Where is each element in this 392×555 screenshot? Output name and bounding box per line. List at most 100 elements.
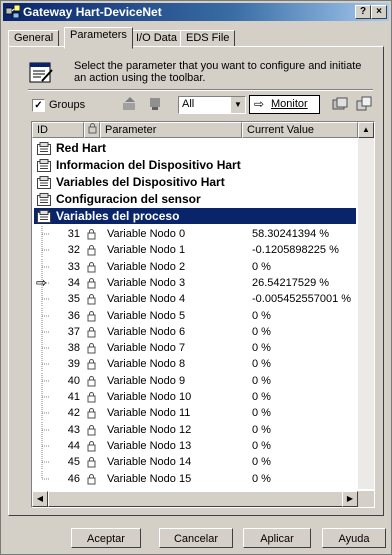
title-bar[interactable]: Gateway Hart-DeviceNet ? ×	[3, 3, 389, 21]
lock-icon	[87, 359, 96, 370]
group-row[interactable]: Informacion del Dispositivo Hart	[34, 157, 356, 173]
group-label: Variables del Dispositivo Hart	[56, 175, 225, 189]
tree-line	[41, 242, 49, 259]
help-button[interactable]: Ayuda	[322, 528, 386, 548]
copy-tool-icon[interactable]	[355, 96, 373, 112]
row-id: 46	[67, 472, 80, 485]
column-header-access[interactable]	[84, 122, 100, 138]
tree-line	[41, 291, 49, 308]
column-header-value[interactable]: Current Value	[242, 122, 358, 138]
accept-button[interactable]: Aceptar	[71, 528, 141, 548]
instructions-text: Select the parameter that you want to co…	[74, 60, 362, 84]
print-tool-icon[interactable]	[331, 96, 349, 112]
help-title-button[interactable]: ?	[355, 5, 371, 19]
tab-parameters[interactable]: Parameters	[64, 27, 133, 49]
row-id: 36	[67, 309, 80, 322]
row-id: 35	[67, 293, 80, 306]
chevron-down-icon[interactable]: ▼	[230, 97, 245, 113]
parameter-row[interactable]: 43 Variable Nodo 12 0 %	[34, 421, 356, 438]
app-icon	[6, 5, 20, 18]
column-header-id[interactable]: ID	[32, 122, 84, 138]
folder-doc-icon	[37, 142, 51, 155]
row-current-value: 0 %	[252, 423, 271, 436]
parameter-row[interactable]: 44 Variable Nodo 13 0 %	[34, 437, 356, 454]
close-title-button[interactable]: ×	[371, 5, 387, 19]
folder-doc-icon	[37, 210, 51, 223]
lock-icon	[87, 440, 96, 452]
parameter-row[interactable]: 46 Variable Nodo 15 0 %	[34, 470, 356, 487]
row-id: 40	[67, 374, 80, 387]
parameter-row[interactable]: 38 Variable Nodo 7 0 %	[34, 340, 356, 357]
row-id: 32	[67, 244, 80, 257]
row-parameter-name: Variable Nodo 4	[107, 293, 186, 306]
parameter-list[interactable]: ID Parameter Current Value Red Hart Infor…	[31, 121, 375, 508]
column-header-parameter[interactable]: Parameter	[100, 122, 242, 138]
parameter-row[interactable]: 37 Variable Nodo 6 0 %	[34, 323, 356, 340]
row-current-value: -0.005452557001 %	[252, 293, 352, 306]
folder-doc-icon	[37, 176, 51, 189]
document-edit-icon	[29, 62, 53, 83]
monitor-label: Monitor	[271, 98, 308, 110]
tree-line	[41, 323, 49, 340]
parameter-row[interactable]: 33 Variable Nodo 2 0 %	[34, 258, 356, 275]
tree-line	[41, 454, 49, 471]
row-parameter-name: Variable Nodo 10	[107, 391, 192, 403]
groups-checkbox[interactable]: ✓	[32, 99, 45, 112]
folder-doc-icon	[37, 193, 51, 206]
group-row[interactable]: Variables del proceso	[34, 208, 356, 224]
row-parameter-name: Variable Nodo 12	[107, 423, 192, 436]
vertical-scrollbar[interactable]: ▲	[358, 122, 374, 489]
tree-line	[41, 307, 49, 324]
parameter-row[interactable]: 40 Variable Nodo 9 0 %	[34, 372, 356, 389]
parameter-row[interactable]: 39 Variable Nodo 8 0 %	[34, 356, 356, 373]
row-parameter-name: Variable Nodo 13	[107, 439, 192, 452]
row-current-value: 0 %	[252, 260, 271, 273]
filter-select[interactable]: All ▼	[178, 96, 246, 114]
row-parameter-name: Variable Nodo 7	[107, 342, 186, 355]
parameter-row[interactable]: 32 Variable Nodo 1 -0.1205898225 %	[34, 242, 356, 259]
tree-line	[41, 405, 49, 422]
row-id: 41	[67, 391, 80, 403]
parameter-row[interactable]: 31 Variable Nodo 0 58.30241394 %	[34, 226, 356, 242]
scroll-right-button[interactable]: ▶	[342, 491, 358, 507]
scroll-left-button[interactable]: ◀	[32, 491, 48, 507]
cancel-button[interactable]: Cancelar	[159, 528, 233, 548]
upload-tool-icon[interactable]	[121, 96, 139, 112]
row-id: 37	[67, 325, 80, 338]
row-parameter-name: Variable Nodo 5	[107, 309, 186, 322]
lock-icon	[87, 375, 96, 387]
groups-label: Groups	[49, 99, 86, 111]
row-parameter-name: Variable Nodo 8	[107, 358, 186, 371]
row-id: 38	[67, 342, 80, 355]
download-tool-icon[interactable]	[147, 96, 165, 112]
lock-icon	[88, 123, 97, 134]
parameter-row[interactable]: 41 Variable Nodo 10 0 %	[34, 389, 356, 405]
tree-line	[41, 340, 49, 357]
lock-icon	[87, 261, 96, 273]
parameter-row[interactable]: 42 Variable Nodo 11 0 %	[34, 405, 356, 422]
tree-line	[41, 389, 49, 405]
scroll-up-button[interactable]: ▲	[358, 122, 374, 138]
parameter-row[interactable]: ⇨ 34 Variable Nodo 3 26.54217529 %	[34, 274, 356, 291]
parameter-row[interactable]: 36 Variable Nodo 5 0 %	[34, 307, 356, 324]
dialog-window: Gateway Hart-DeviceNet ? × General Param…	[0, 0, 392, 555]
parameter-row[interactable]: 45 Variable Nodo 14 0 %	[34, 454, 356, 471]
row-current-value: 0 %	[252, 358, 271, 371]
row-current-value: 0 %	[252, 472, 271, 485]
folder-doc-icon	[37, 159, 51, 172]
group-row[interactable]: Variables del Dispositivo Hart	[34, 174, 356, 190]
group-row[interactable]: Red Hart	[34, 140, 356, 156]
row-current-value: 0 %	[252, 456, 271, 469]
monitor-button[interactable]: ⇨ Monitor	[249, 95, 320, 114]
group-row[interactable]: Configuracion del sensor	[34, 191, 356, 207]
parameter-row[interactable]: 35 Variable Nodo 4 -0.005452557001 %	[34, 291, 356, 308]
horizontal-scrollbar[interactable]: ◀ ▶	[32, 491, 374, 507]
row-current-value: -0.1205898225 %	[252, 244, 339, 257]
row-current-value: 58.30241394 %	[252, 228, 330, 240]
row-parameter-name: Variable Nodo 15	[107, 472, 192, 485]
lock-icon	[87, 310, 96, 321]
row-parameter-name: Variable Nodo 14	[107, 456, 192, 469]
apply-button[interactable]: Aplicar	[243, 528, 311, 548]
horizontal-scroll-thumb[interactable]	[48, 491, 344, 507]
lock-icon	[87, 277, 96, 289]
